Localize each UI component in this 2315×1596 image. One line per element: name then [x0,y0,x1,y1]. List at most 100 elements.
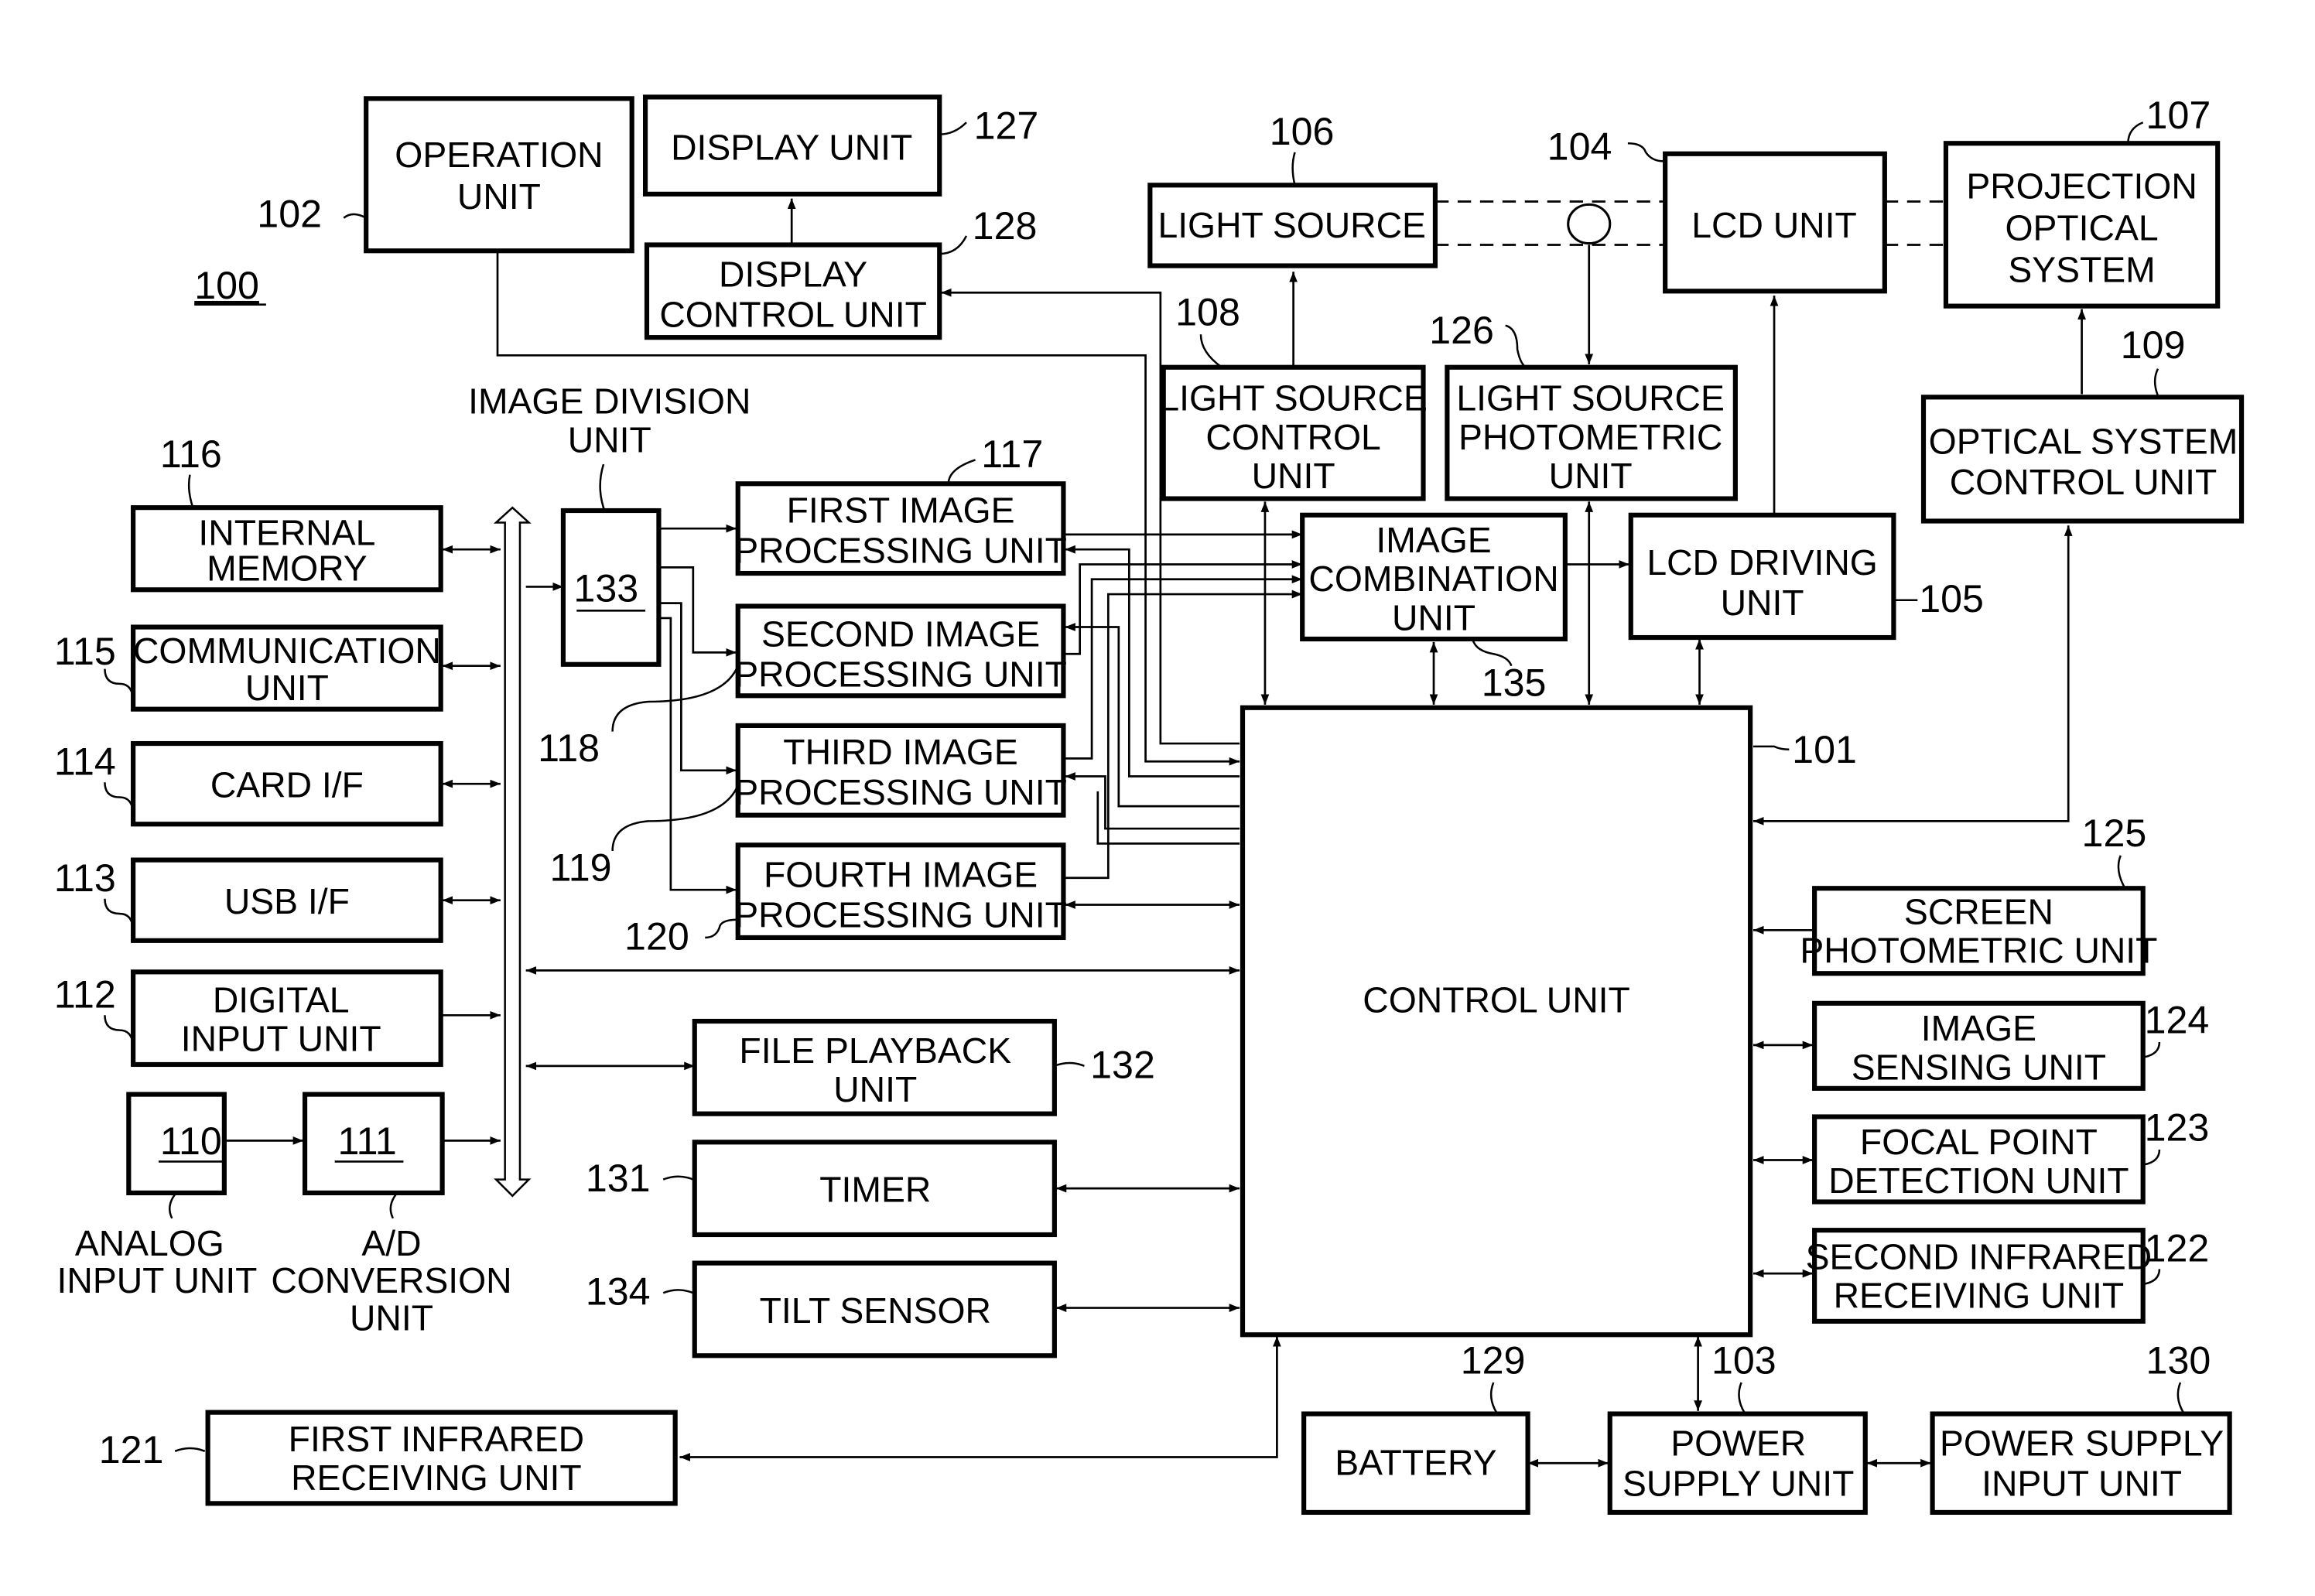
ref-132: 132 [1090,1043,1155,1086]
ad-label-1: A/D [361,1223,421,1263]
ad-label-3: UNIT [350,1297,433,1338]
display-control-unit-block[interactable]: DISPLAY CONTROL UNIT [644,242,942,340]
ref-121: 121 [99,1428,164,1471]
leader-130 [2177,1382,2184,1413]
leader-125 [2117,855,2126,889]
ref-126: 126 [1429,309,1494,352]
leader-132 [1054,1061,1085,1068]
leader-121 [174,1447,206,1452]
secondir-label-2: RECEIVING UNIT [1834,1276,2125,1316]
image-division-unit-block[interactable]: 133 [560,508,662,667]
power-input-label-1: POWER SUPPLY [1940,1423,2224,1464]
digital-input-label-2: INPUT UNIT [181,1019,381,1059]
projection-optical-system-block[interactable]: PROJECTION OPTICAL SYSTEM [1943,141,2221,309]
display-control-label-1: DISPLAY [719,255,867,295]
ref-120: 120 [624,914,689,958]
timer-label: TIMER [819,1170,931,1210]
ip1-label-2: PROCESSING UNIT [734,531,1067,571]
ip2-label-2: PROCESSING UNIT [734,654,1067,695]
digital-input-unit-block[interactable]: DIGITAL INPUT UNIT [131,969,443,1068]
light-source-label: LIGHT SOURCE [1158,205,1425,245]
ref-119: 119 [550,846,612,890]
ref-124: 124 [2145,998,2210,1041]
image-combination-unit-block[interactable]: IMAGE COMBINATION UNIT [1300,512,1568,642]
ref-125: 125 [2082,812,2147,855]
power-supply-label-2: SUPPLY UNIT [1623,1464,1854,1504]
focal-point-detection-unit-block[interactable]: FOCAL POINT DETECTION UNIT [1812,1114,2146,1205]
ref-115: 115 [54,630,116,673]
leader-106 [1291,152,1296,186]
file-playback-label-2: UNIT [833,1069,917,1109]
ad-conversion-unit-block[interactable]: 111 [302,1092,445,1196]
battery-block[interactable]: BATTERY [1301,1411,1530,1516]
sensor-lens [1567,203,1612,245]
file-playback-unit-block[interactable]: FILE PLAYBACK UNIT [692,1018,1057,1116]
internal-memory-label-2: MEMORY [207,549,368,589]
lsctrl-label-3: UNIT [1252,456,1335,496]
block-diagram: 100 OPERATION UNIT 102 DISPLAY UNIT 127 … [54,94,2245,1516]
first-infrared-receiving-unit-block[interactable]: FIRST INFRARED RECEIVING UNIT [205,1410,678,1506]
connector-div-to-ip4 [658,617,737,894]
operation-unit-block[interactable]: OPERATION UNIT [364,96,634,254]
power-supply-input-unit-block[interactable]: POWER SUPPLY INPUT UNIT [1930,1411,2232,1516]
projection-label-1: PROJECTION [1966,166,2197,207]
control-unit-block[interactable]: CONTROL UNIT [1240,705,1753,1338]
card-if-label: CARD I/F [210,765,364,805]
card-if-block[interactable]: CARD I/F [131,740,443,827]
optctrl-label-1: OPTICAL SYSTEM [1929,422,2238,462]
timer-block[interactable]: TIMER [692,1140,1057,1238]
lcd-unit-block[interactable]: LCD UNIT [1663,151,1887,294]
leader-128 [939,235,968,255]
lsphoto-label-1: LIGHT SOURCE [1456,378,1724,419]
ref-129: 129 [1461,1338,1526,1382]
third-image-processing-unit-block[interactable]: THIRD IMAGE PROCESSING UNIT [734,723,1067,818]
combination-label-1: IMAGE [1376,520,1491,560]
display-unit-block[interactable]: DISPLAY UNIT [642,94,942,197]
second-infrared-receiving-unit-block[interactable]: SECOND INFRARED RECEIVING UNIT [1806,1228,2153,1324]
leader-102 [343,213,367,219]
analog-input-unit-block[interactable]: 110 [126,1092,227,1196]
second-image-processing-unit-block[interactable]: SECOND IMAGE PROCESSING UNIT [734,603,1067,699]
ref-135: 135 [1482,661,1547,704]
tilt-sensor-block[interactable]: TILT SENSOR [692,1260,1057,1358]
internal-memory-block[interactable]: INTERNAL MEMORY [131,505,443,593]
screenphoto-label-1: SCREEN [1904,892,2053,932]
control-unit-label: CONTROL UNIT [1363,979,1630,1020]
communication-label-1: COMMUNICATION [133,631,441,671]
image-division-label-1: IMAGE DIVISION [468,381,751,422]
image-division-label-2: UNIT [568,420,651,460]
ref-118: 118 [538,726,600,770]
leader-115 [104,668,135,699]
ref-101: 101 [1792,728,1857,771]
lcd-driving-unit-block[interactable]: LCD DRIVING UNIT [1628,512,1896,641]
image-sensing-unit-block[interactable]: IMAGE SENSING UNIT [1812,1000,2146,1091]
usb-if-block[interactable]: USB I/F [131,857,443,943]
light-source-block[interactable]: LIGHT SOURCE [1147,183,1438,268]
fourth-image-processing-unit-block[interactable]: FOURTH IMAGE PROCESSING UNIT [734,842,1067,941]
firstir-label-1: FIRST INFRARED [289,1419,584,1459]
first-image-processing-unit-block[interactable]: FIRST IMAGE PROCESSING UNIT [734,481,1067,576]
image-division-ref: 133 [573,567,638,610]
ref-104: 104 [1547,125,1612,168]
light-source-photometric-unit-block[interactable]: LIGHT SOURCE PHOTOMETRIC UNIT [1445,364,1738,501]
ref-113: 113 [54,856,116,900]
light-source-control-unit-block[interactable]: LIGHT SOURCE CONTROL UNIT [1159,364,1428,501]
leader-116 [187,474,194,508]
digital-input-label-1: DIGITAL [213,979,350,1020]
screen-photometric-unit-block[interactable]: SCREEN PHOTOMETRIC UNIT [1800,886,2157,976]
usb-if-label: USB I/F [224,881,350,921]
leader-109 [2153,368,2159,396]
battery-label: BATTERY [1335,1443,1496,1483]
power-supply-label-1: POWER [1670,1423,1806,1464]
data-bus [493,506,532,1198]
lcddrv-label-2: UNIT [1721,583,1804,623]
communication-unit-block[interactable]: COMMUNICATION UNIT [131,624,443,712]
power-supply-unit-block[interactable]: POWER SUPPLY UNIT [1607,1411,1868,1516]
focal-label-1: FOCAL POINT [1860,1122,2098,1162]
ip3-label-2: PROCESSING UNIT [734,772,1067,812]
leader-123 [2144,1149,2161,1166]
communication-label-2: UNIT [245,668,329,708]
leader-126 [1505,324,1527,368]
optical-system-control-unit-block[interactable]: OPTICAL SYSTEM CONTROL UNIT [1920,395,2245,524]
ref-117: 117 [981,432,1043,476]
